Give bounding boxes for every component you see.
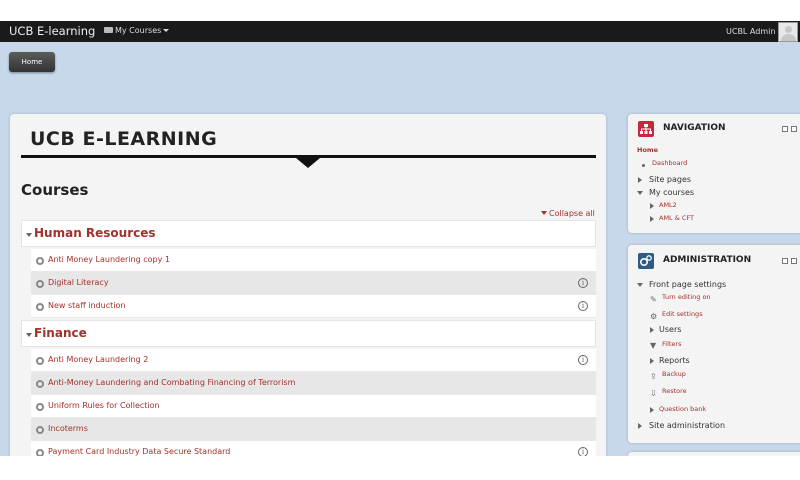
course-row[interactable]: Uniform Rules for Collection — [31, 395, 596, 418]
admin-edit-settings[interactable]: Edit settings — [662, 310, 703, 318]
category-name[interactable]: Human Resources — [34, 226, 156, 240]
course-link[interactable]: Anti Money Laundering copy 1 — [48, 255, 170, 264]
course-icon — [36, 357, 44, 365]
course-link[interactable]: Payment Card Industry Data Secure Standa… — [48, 447, 230, 456]
course-link[interactable]: Incoterms — [48, 424, 88, 433]
course-link[interactable]: Anti Money Laundering 2 — [48, 355, 148, 364]
info-icon[interactable]: i — [578, 301, 588, 311]
backup-icon: ⇪ — [650, 372, 657, 381]
course-link[interactable]: Uniform Rules for Collection — [48, 401, 160, 410]
expand-arrow-icon[interactable] — [638, 177, 642, 183]
info-icon[interactable]: i — [578, 447, 588, 456]
admin-reports[interactable]: Reports — [659, 356, 690, 365]
expand-arrow-icon[interactable] — [638, 423, 642, 429]
briefcase-icon — [104, 27, 113, 33]
admin-backup[interactable]: Backup — [662, 370, 686, 378]
course-link[interactable]: Digital Literacy — [48, 278, 109, 287]
gear-icon: ⚙ — [650, 312, 658, 321]
admin-turn-editing-on[interactable]: Turn editing on — [662, 293, 711, 301]
brand-link[interactable]: UCB E-learning — [9, 24, 95, 38]
expand-arrow-icon[interactable] — [650, 203, 654, 209]
course-row[interactable]: Anti-Money Laundering and Combating Fina… — [31, 372, 596, 395]
courses-heading: Courses — [21, 181, 89, 199]
my-courses-label: My Courses — [115, 26, 162, 35]
course-icon — [36, 280, 44, 288]
course-icon — [36, 426, 44, 434]
collapse-triangle-icon[interactable] — [26, 333, 32, 337]
course-row[interactable]: Incoterms — [31, 418, 596, 441]
course-row[interactable]: New staff induction i — [31, 295, 596, 318]
administration-block-title: ADMINISTRATION — [663, 255, 752, 265]
pencil-icon: ✎ — [650, 295, 657, 304]
category-name[interactable]: Finance — [34, 326, 87, 340]
page-title: UCB E-LEARNING — [30, 128, 218, 150]
my-courses-menu[interactable]: My Courses — [104, 26, 170, 35]
collapse-all-label: Collapse all — [549, 209, 595, 218]
breadcrumb-home-button[interactable]: Home — [9, 52, 55, 72]
app-frame: UCB E-learning My Courses UCBL Admin Hom… — [0, 21, 800, 456]
top-navbar: UCB E-learning My Courses UCBL Admin — [0, 21, 800, 42]
nav-course-aml-cft[interactable]: AML & CFT — [659, 214, 694, 222]
expand-arrow-icon[interactable] — [650, 216, 654, 222]
info-icon[interactable]: i — [578, 355, 588, 365]
admin-filters[interactable]: Filters — [662, 340, 681, 348]
cogs-icon — [638, 253, 654, 269]
course-icon — [36, 257, 44, 265]
filter-icon: ▼ — [650, 341, 657, 350]
navigation-block-title: NAVIGATION — [663, 123, 726, 133]
sitemap-icon — [638, 121, 654, 137]
course-row[interactable]: Anti Money Laundering copy 1 — [31, 249, 596, 272]
expand-arrow-icon[interactable] — [650, 327, 654, 333]
nav-home-link[interactable]: Home — [637, 146, 658, 154]
nav-course-aml2[interactable]: AML2 — [659, 201, 677, 209]
collapse-all-link[interactable]: Collapse all — [541, 209, 595, 218]
course-icon — [36, 449, 44, 456]
collapse-block-icon[interactable] — [791, 258, 797, 264]
expand-arrow-icon[interactable] — [650, 407, 654, 413]
course-row[interactable]: Payment Card Industry Data Secure Standa… — [31, 441, 596, 456]
user-menu-name[interactable]: UCBL Admin — [726, 27, 775, 36]
course-icon — [36, 303, 44, 311]
navigation-block: NAVIGATION Home Dashboard Site pages My … — [628, 114, 800, 233]
administration-block: ADMINISTRATION Front page settings ✎ Tur… — [628, 245, 800, 443]
admin-site-administration[interactable]: Site administration — [649, 421, 725, 430]
course-row[interactable]: Anti Money Laundering 2 i — [31, 349, 596, 372]
title-divider-notch — [296, 158, 320, 168]
category-row-finance[interactable]: Finance — [21, 320, 596, 347]
collapse-triangle-icon[interactable] — [26, 233, 32, 237]
bullet-icon — [642, 164, 645, 167]
info-icon[interactable]: i — [578, 278, 588, 288]
course-icon — [36, 380, 44, 388]
course-row[interactable]: Digital Literacy i — [31, 272, 596, 295]
course-icon — [36, 403, 44, 411]
category-row-human-resources[interactable]: Human Resources — [21, 220, 596, 247]
collapse-arrow-icon[interactable] — [637, 191, 643, 195]
course-link[interactable]: New staff induction — [48, 301, 125, 310]
collapse-arrow-icon[interactable] — [637, 283, 643, 287]
next-block-partial — [628, 452, 800, 456]
admin-question-bank[interactable]: Question bank — [659, 405, 706, 413]
caret-down-icon — [163, 29, 170, 32]
nav-site-pages[interactable]: Site pages — [649, 175, 691, 184]
admin-users[interactable]: Users — [659, 325, 681, 334]
dock-icon[interactable] — [782, 258, 788, 264]
nav-dashboard-link[interactable]: Dashboard — [652, 159, 687, 167]
admin-restore[interactable]: Restore — [662, 387, 687, 395]
user-avatar[interactable] — [778, 22, 798, 42]
collapse-triangle-icon — [541, 211, 547, 215]
dock-icon[interactable] — [782, 126, 788, 132]
nav-my-courses[interactable]: My courses — [649, 188, 694, 197]
admin-front-page-settings[interactable]: Front page settings — [649, 280, 726, 289]
expand-arrow-icon[interactable] — [650, 358, 654, 364]
collapse-block-icon[interactable] — [791, 126, 797, 132]
restore-icon: ⇩ — [650, 389, 657, 398]
course-link[interactable]: Anti-Money Laundering and Combating Fina… — [48, 378, 295, 387]
